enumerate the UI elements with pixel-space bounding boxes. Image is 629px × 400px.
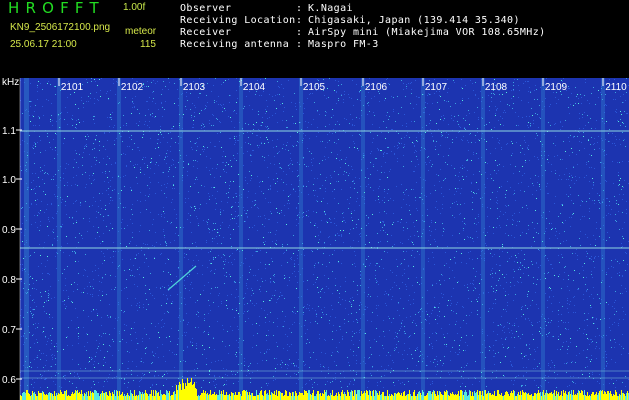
x-tick-label-2104: 2104 — [243, 82, 266, 93]
y-tick-label-0.7: 0.7 — [2, 325, 16, 336]
observer-label: Observer — [180, 3, 232, 14]
spectrogram-panel: kHz 2101 2102 2103 2104 2105 2106 2107 2108 2109… — [0, 78, 629, 400]
location-separator: : — [296, 15, 303, 26]
minute-column-2102 — [117, 78, 121, 400]
x-tick-label-2106: 2106 — [365, 82, 388, 93]
y-tick-label-0.8: 0.8 — [2, 275, 16, 286]
y-tick-label-0.6: 0.6 — [2, 375, 16, 386]
x-tick-label-2101: 2101 — [61, 82, 84, 93]
y-tick-label-0.9: 0.9 — [2, 225, 16, 236]
x-tick-label-2108: 2108 — [485, 82, 508, 93]
location-value: Chigasaki, Japan (139.414 35.340) — [308, 15, 520, 26]
minute-column-2110 — [601, 78, 605, 400]
y-tick-label-1.1: 1.1 — [2, 126, 16, 137]
minute-column-2105 — [299, 78, 303, 400]
spectrogram-background — [20, 78, 629, 400]
meteor-label: meteor — [125, 26, 157, 37]
observer-separator: : — [296, 3, 303, 14]
header-panel: HROFFT 1.00f KN9_2506172100.png meteor 2… — [0, 0, 629, 78]
antenna-label: Receiving antenna — [180, 39, 290, 50]
x-tick-label-2110: 2110 — [605, 82, 627, 93]
x-tick-label-2102: 2102 — [121, 82, 144, 93]
antenna-value: Maspro FM-3 — [308, 39, 379, 50]
app-title: HROFFT — [8, 0, 105, 17]
minute-column-2101 — [57, 78, 61, 400]
observer-value: K.Nagai — [308, 3, 353, 14]
x-tick-label-2105: 2105 — [303, 82, 326, 93]
filename-label: KN9_2506172100.png — [10, 22, 111, 33]
receiver-separator: : — [296, 27, 303, 38]
x-tick-label-2103: 2103 — [183, 82, 206, 93]
datetime-label: 25.06.17 21:00 — [10, 39, 77, 50]
receiver-label: Receiver — [180, 27, 232, 38]
meteor-count: 115 — [140, 39, 156, 50]
minute-column-2107 — [421, 78, 425, 400]
y-tick-label-1.0: 1.0 — [2, 175, 16, 186]
y-unit-label: kHz — [2, 78, 19, 88]
x-tick-label-2107: 2107 — [425, 82, 448, 93]
antenna-separator: : — [296, 39, 303, 50]
version-label: 1.00f — [123, 2, 146, 13]
minute-column-2109 — [541, 78, 545, 400]
receiver-value: AirSpy mini (Miakejima VOR 108.65MHz) — [308, 27, 546, 38]
minute-column-2103 — [179, 78, 183, 400]
location-label: Receiving Location — [180, 15, 296, 26]
x-tick-label-2109: 2109 — [545, 82, 568, 93]
minute-column-2106 — [361, 78, 365, 400]
spectrogram: kHz 2101 2102 2103 2104 2105 2106 2107 2108 2109… — [2, 78, 629, 400]
minute-column-2108 — [481, 78, 485, 400]
minute-column-2104 — [239, 78, 243, 400]
left-edge-column — [24, 78, 29, 400]
